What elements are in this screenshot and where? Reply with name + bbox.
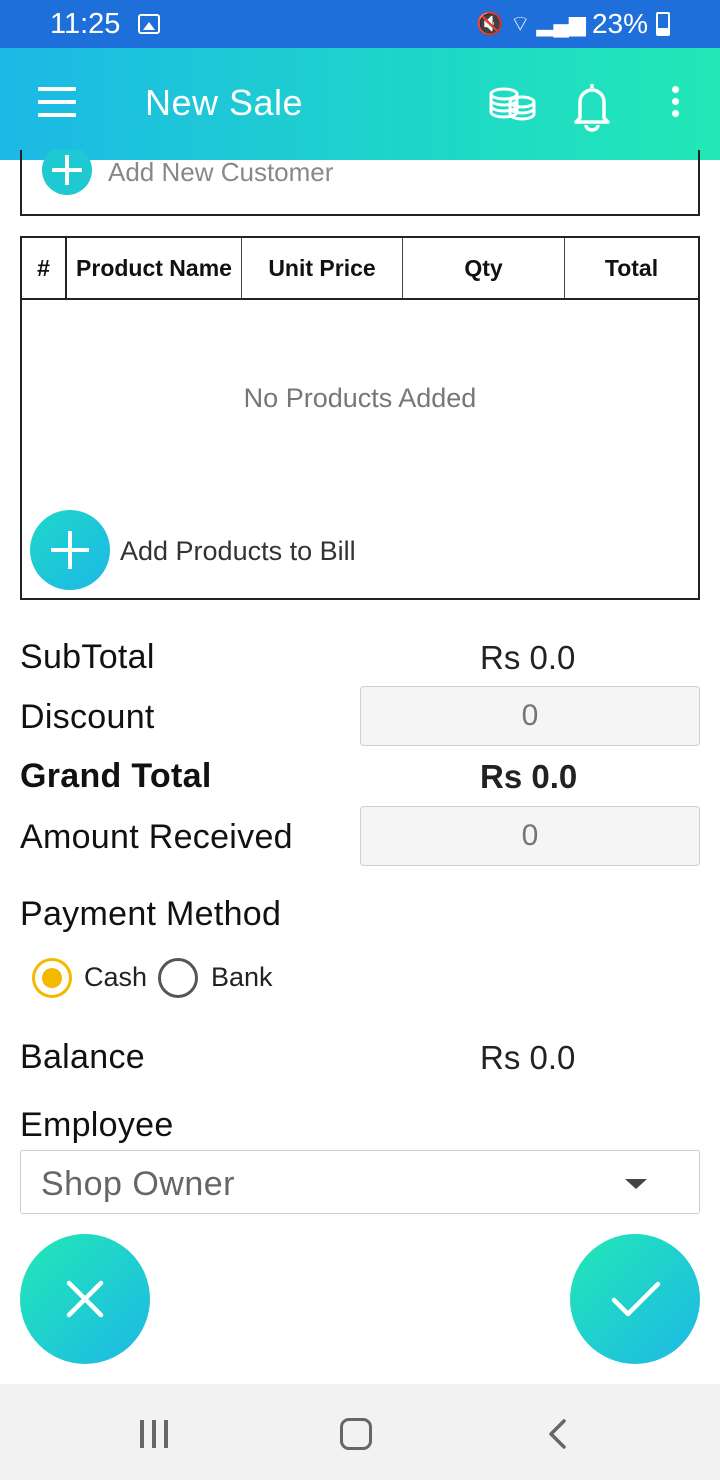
- add-products-label[interactable]: Add Products to Bill: [120, 536, 356, 567]
- menu-icon[interactable]: [38, 87, 76, 117]
- column-header-unit-price: Unit Price: [242, 238, 403, 298]
- recent-apps-icon[interactable]: [140, 1420, 170, 1448]
- discount-label: Discount: [20, 698, 155, 736]
- balance-label: Balance: [20, 1038, 145, 1076]
- employee-selected-value: Shop Owner: [41, 1165, 235, 1203]
- column-header-number: #: [22, 238, 67, 298]
- radio-bank[interactable]: [158, 958, 198, 998]
- grand-total-label: Grand Total: [20, 757, 212, 795]
- discount-input[interactable]: [360, 686, 700, 746]
- status-icons: 🔇 ⌔ ▂▄▆ 23%: [476, 8, 672, 40]
- amount-received-input[interactable]: [360, 806, 700, 866]
- confirm-button[interactable]: [570, 1234, 700, 1364]
- grand-total-value: Rs 0.0: [480, 758, 578, 795]
- subtotal-label: SubTotal: [20, 638, 155, 676]
- products-table: # Product Name Unit Price Qty Total No P…: [20, 236, 700, 600]
- add-customer-icon[interactable]: [42, 150, 92, 195]
- cancel-button[interactable]: [20, 1234, 150, 1364]
- system-nav-bar: [0, 1384, 720, 1480]
- mute-icon: 🔇: [476, 11, 504, 36]
- add-products-button[interactable]: [30, 510, 110, 590]
- balance-value: Rs 0.0: [480, 1039, 576, 1076]
- subtotal-value: Rs 0.0: [480, 639, 576, 676]
- radio-cash[interactable]: [32, 958, 72, 998]
- gallery-icon: [138, 14, 160, 34]
- caret-down-icon: [625, 1179, 647, 1189]
- status-bar: 11:25 🔇 ⌔ ▂▄▆ 23%: [0, 0, 720, 48]
- battery-level: 23%: [591, 8, 648, 39]
- coins-icon[interactable]: [488, 84, 536, 124]
- radio-bank-label[interactable]: Bank: [211, 962, 273, 993]
- wifi-icon: ⌔: [509, 11, 531, 36]
- signal-icon: ▂▄▆: [536, 11, 586, 36]
- table-header: # Product Name Unit Price Qty Total: [22, 238, 698, 300]
- amount-received-label: Amount Received: [20, 818, 293, 856]
- empty-products-message: No Products Added: [243, 383, 477, 413]
- more-icon[interactable]: [668, 86, 682, 122]
- bell-icon[interactable]: [568, 80, 616, 132]
- column-header-qty: Qty: [403, 238, 565, 298]
- close-icon: [66, 1280, 104, 1318]
- battery-icon: [656, 12, 670, 36]
- column-header-total: Total: [604, 254, 659, 281]
- back-icon[interactable]: [546, 1418, 570, 1450]
- payment-method-label: Payment Method: [20, 895, 282, 933]
- status-time: 11:25: [50, 8, 121, 40]
- home-icon[interactable]: [340, 1418, 372, 1450]
- check-icon: [611, 1281, 661, 1317]
- add-customer-label[interactable]: Add New Customer: [108, 157, 333, 188]
- radio-cash-label[interactable]: Cash: [84, 962, 147, 993]
- employee-label: Employee: [20, 1106, 174, 1144]
- customer-box[interactable]: Add New Customer: [20, 150, 700, 216]
- employee-dropdown[interactable]: Shop Owner: [20, 1150, 700, 1214]
- page-title: New Sale: [145, 82, 304, 123]
- column-header-product-name: Product Name: [67, 238, 242, 298]
- app-bar: New Sale: [0, 48, 720, 160]
